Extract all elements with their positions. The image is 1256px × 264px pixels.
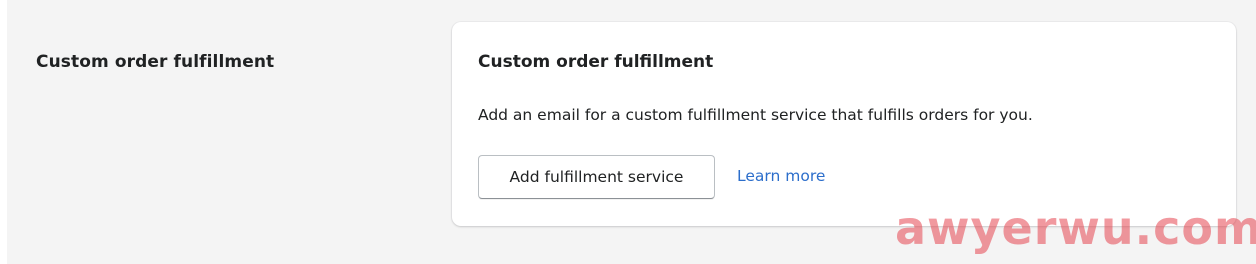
fulfillment-card: Custom order fulfillment Add an email fo… [452, 22, 1236, 226]
learn-more-link[interactable]: Learn more [737, 167, 825, 185]
card-description: Add an email for a custom fulfillment se… [478, 106, 1033, 124]
section-title: Custom order fulfillment [36, 52, 275, 72]
add-fulfillment-service-button[interactable]: Add fulfillment service [478, 155, 715, 199]
card-title: Custom order fulfillment [478, 52, 714, 72]
watermark: awyerwu.com [895, 201, 1256, 255]
